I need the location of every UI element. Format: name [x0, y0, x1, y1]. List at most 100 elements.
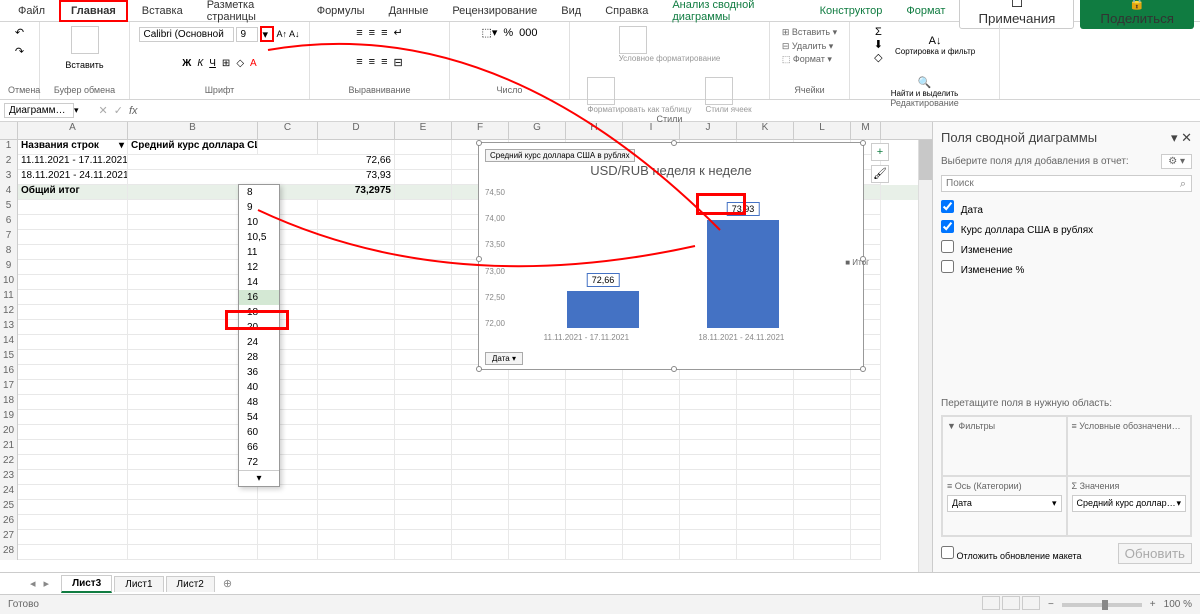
- align-left-icon[interactable]: ≡: [356, 56, 362, 68]
- redo-icon[interactable]: ↷: [15, 45, 24, 58]
- number-format-icon[interactable]: ⬚▾: [481, 26, 497, 39]
- fill-icon[interactable]: ⬇: [874, 38, 883, 51]
- values-field[interactable]: Средний курс доллар…▾: [1072, 495, 1187, 512]
- font-size-option-10,5[interactable]: 10,5: [239, 230, 279, 245]
- tab-formulas[interactable]: Формулы: [307, 2, 375, 20]
- cell-styles-icon[interactable]: [705, 77, 733, 105]
- font-size-option-24[interactable]: 24: [239, 335, 279, 350]
- underline-icon[interactable]: Ч: [209, 58, 216, 69]
- merge-icon[interactable]: ⊟: [394, 56, 403, 69]
- fields-search-input[interactable]: [941, 175, 1192, 192]
- cells-delete[interactable]: ⊟ Удалить ▾: [782, 40, 837, 54]
- font-size-option-72[interactable]: 72: [239, 455, 279, 470]
- font-size-option-48[interactable]: 48: [239, 395, 279, 410]
- data-label-1[interactable]: 72,66: [587, 273, 620, 287]
- sort-filter-icon[interactable]: A↓: [895, 35, 975, 47]
- name-box-input[interactable]: [4, 103, 74, 118]
- align-top-icon[interactable]: ≡: [356, 27, 362, 39]
- drop-axis[interactable]: ≡ Ось (Категории) Дата▾: [942, 476, 1067, 536]
- col-G[interactable]: G: [509, 122, 566, 139]
- chart-bar-2[interactable]: 73,93: [707, 220, 779, 328]
- font-color-icon[interactable]: A: [250, 58, 257, 69]
- font-size-option-66[interactable]: 66: [239, 440, 279, 455]
- fill-color-icon[interactable]: ◇: [236, 58, 244, 69]
- bold-icon[interactable]: Ж: [182, 58, 191, 69]
- drop-filters[interactable]: ▼ Фильтры: [942, 416, 1067, 476]
- tab-home[interactable]: Главная: [59, 0, 128, 22]
- fields-pane-close-icon[interactable]: ✕: [1181, 130, 1192, 145]
- font-size-option-11[interactable]: 11: [239, 245, 279, 260]
- decrease-font-icon[interactable]: A↓: [289, 29, 300, 39]
- italic-icon[interactable]: К: [197, 58, 203, 69]
- font-size-option-60[interactable]: 60: [239, 425, 279, 440]
- zoom-level[interactable]: 100 %: [1164, 599, 1192, 610]
- col-C[interactable]: C: [258, 122, 318, 139]
- col-M[interactable]: M: [851, 122, 881, 139]
- align-center-icon[interactable]: ≡: [369, 56, 375, 68]
- zoom-in-icon[interactable]: +: [1150, 599, 1156, 610]
- fx-icon[interactable]: fx: [129, 105, 138, 117]
- increase-font-icon[interactable]: A↑: [276, 29, 287, 39]
- tab-help[interactable]: Справка: [595, 2, 658, 20]
- defer-update-checkbox[interactable]: Отложить обновление макета: [941, 546, 1082, 561]
- font-size-option-54[interactable]: 54: [239, 410, 279, 425]
- zoom-out-icon[interactable]: −: [1048, 599, 1054, 610]
- cancel-icon[interactable]: ✕: [99, 104, 108, 117]
- col-F[interactable]: F: [452, 122, 509, 139]
- font-size-option-12[interactable]: 12: [239, 260, 279, 275]
- chart-brush-icon[interactable]: 🖌: [871, 165, 889, 183]
- font-size-select[interactable]: [236, 27, 258, 42]
- pivot-chart[interactable]: Средний курс доллара США в рублях USD/RU…: [478, 142, 864, 370]
- conditional-formatting-icon[interactable]: [619, 26, 647, 54]
- field-item-3[interactable]: Изменение %: [941, 258, 1192, 278]
- align-middle-icon[interactable]: ≡: [369, 27, 375, 39]
- autosum-icon[interactable]: Σ: [874, 26, 883, 38]
- chart-value-field-button[interactable]: Средний курс доллара США в рублях: [485, 149, 635, 162]
- view-buttons[interactable]: [980, 596, 1040, 613]
- field-item-0[interactable]: Дата: [941, 198, 1192, 218]
- drop-values[interactable]: Σ Значения Средний курс доллар…▾: [1067, 476, 1192, 536]
- col-A[interactable]: A: [18, 122, 128, 139]
- font-size-option-28[interactable]: 28: [239, 350, 279, 365]
- percent-icon[interactable]: %: [503, 27, 513, 39]
- comma-icon[interactable]: 000: [519, 27, 537, 39]
- sheet-tab-3[interactable]: Лист3: [61, 575, 112, 593]
- zoom-slider[interactable]: [1062, 603, 1142, 607]
- align-right-icon[interactable]: ≡: [381, 56, 387, 68]
- align-bottom-icon[interactable]: ≡: [381, 27, 387, 39]
- font-size-option-36[interactable]: 36: [239, 365, 279, 380]
- col-H[interactable]: H: [566, 122, 623, 139]
- font-name-select[interactable]: [139, 27, 234, 42]
- chart-plus-icon[interactable]: +: [871, 143, 889, 161]
- sheet-nav-next-icon[interactable]: ▸: [44, 577, 50, 590]
- cells-format[interactable]: ⬚ Формат ▾: [782, 53, 837, 67]
- paste-icon[interactable]: [71, 26, 99, 54]
- col-K[interactable]: K: [737, 122, 794, 139]
- undo-icon[interactable]: ↶: [15, 26, 24, 39]
- chart-title[interactable]: USD/RUB неделя к неделе: [479, 163, 863, 178]
- cells-insert[interactable]: ⊞ Вставить ▾: [782, 26, 837, 40]
- font-size-option-40[interactable]: 40: [239, 380, 279, 395]
- find-select-icon[interactable]: 🔍: [891, 76, 959, 89]
- col-J[interactable]: J: [680, 122, 737, 139]
- update-button[interactable]: Обновить: [1118, 543, 1192, 564]
- font-size-dropdown-arrow[interactable]: ▾: [260, 26, 274, 42]
- gear-icon[interactable]: ⚙ ▾: [1161, 154, 1192, 169]
- font-size-option-14[interactable]: 14: [239, 275, 279, 290]
- sheet-tab-1[interactable]: Лист1: [114, 576, 163, 592]
- tab-review[interactable]: Рецензирование: [442, 2, 547, 20]
- col-E[interactable]: E: [395, 122, 452, 139]
- chart-bar-1[interactable]: 72,66: [567, 291, 639, 328]
- worksheet[interactable]: A B C D E F G H I J K L M 1Названия стро…: [0, 122, 932, 572]
- field-item-1[interactable]: Курс доллара США в рублях: [941, 218, 1192, 238]
- share-button[interactable]: 🔒 Поделиться: [1080, 0, 1194, 29]
- wrap-text-icon[interactable]: ↵: [394, 26, 403, 39]
- col-I[interactable]: I: [623, 122, 680, 139]
- tab-design[interactable]: Конструктор: [810, 2, 893, 20]
- tab-format[interactable]: Формат: [896, 2, 955, 20]
- fields-pane-dropdown-icon[interactable]: ▾: [1171, 130, 1178, 145]
- enter-icon[interactable]: ✓: [114, 104, 123, 117]
- font-size-option-10[interactable]: 10: [239, 215, 279, 230]
- field-item-2[interactable]: Изменение: [941, 238, 1192, 258]
- col-B[interactable]: B: [128, 122, 258, 139]
